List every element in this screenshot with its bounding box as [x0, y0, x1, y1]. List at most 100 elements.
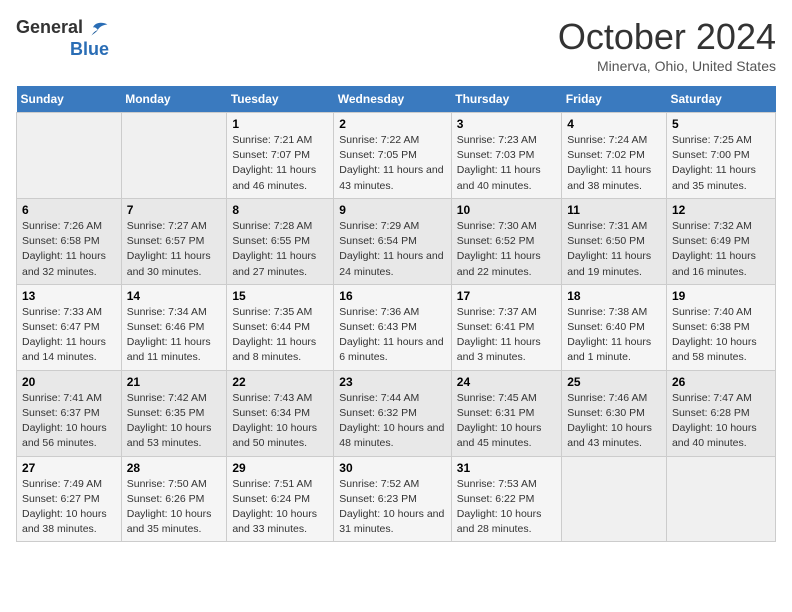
- day-info: Sunrise: 7:50 AM Sunset: 6:26 PM Dayligh…: [127, 477, 222, 538]
- logo-bird-icon: [85, 16, 109, 40]
- calendar-cell: 2 Sunrise: 7:22 AM Sunset: 7:05 PM Dayli…: [334, 113, 452, 199]
- day-number: 31: [457, 461, 556, 475]
- day-info: Sunrise: 7:44 AM Sunset: 6:32 PM Dayligh…: [339, 391, 446, 452]
- page-header: General Blue October 2024 Minerva, Ohio,…: [16, 16, 776, 74]
- day-number: 1: [232, 117, 328, 131]
- calendar-cell: 4 Sunrise: 7:24 AM Sunset: 7:02 PM Dayli…: [562, 113, 667, 199]
- logo-general-text: General: [16, 18, 83, 38]
- day-info: Sunrise: 7:21 AM Sunset: 7:07 PM Dayligh…: [232, 133, 328, 194]
- day-number: 24: [457, 375, 556, 389]
- day-number: 3: [457, 117, 556, 131]
- calendar-cell: 17 Sunrise: 7:37 AM Sunset: 6:41 PM Dayl…: [451, 284, 561, 370]
- day-info: Sunrise: 7:22 AM Sunset: 7:05 PM Dayligh…: [339, 133, 446, 194]
- day-number: 21: [127, 375, 222, 389]
- calendar-cell: 31 Sunrise: 7:53 AM Sunset: 6:22 PM Dayl…: [451, 456, 561, 542]
- day-number: 6: [22, 203, 116, 217]
- day-number: 10: [457, 203, 556, 217]
- day-info: Sunrise: 7:37 AM Sunset: 6:41 PM Dayligh…: [457, 305, 556, 366]
- day-number: 15: [232, 289, 328, 303]
- day-number: 23: [339, 375, 446, 389]
- day-info: Sunrise: 7:40 AM Sunset: 6:38 PM Dayligh…: [672, 305, 770, 366]
- weekday-header-monday: Monday: [121, 86, 227, 113]
- day-number: 2: [339, 117, 446, 131]
- location-text: Minerva, Ohio, United States: [558, 58, 776, 74]
- day-info: Sunrise: 7:53 AM Sunset: 6:22 PM Dayligh…: [457, 477, 556, 538]
- day-info: Sunrise: 7:31 AM Sunset: 6:50 PM Dayligh…: [567, 219, 661, 280]
- day-info: Sunrise: 7:49 AM Sunset: 6:27 PM Dayligh…: [22, 477, 116, 538]
- calendar-cell: [562, 456, 667, 542]
- day-number: 5: [672, 117, 770, 131]
- day-number: 20: [22, 375, 116, 389]
- calendar-table: SundayMondayTuesdayWednesdayThursdayFrid…: [16, 86, 776, 542]
- calendar-cell: 14 Sunrise: 7:34 AM Sunset: 6:46 PM Dayl…: [121, 284, 227, 370]
- day-info: Sunrise: 7:41 AM Sunset: 6:37 PM Dayligh…: [22, 391, 116, 452]
- calendar-cell: [121, 113, 227, 199]
- calendar-cell: 21 Sunrise: 7:42 AM Sunset: 6:35 PM Dayl…: [121, 370, 227, 456]
- calendar-cell: [17, 113, 122, 199]
- day-number: 29: [232, 461, 328, 475]
- day-number: 27: [22, 461, 116, 475]
- weekday-header-thursday: Thursday: [451, 86, 561, 113]
- calendar-cell: 19 Sunrise: 7:40 AM Sunset: 6:38 PM Dayl…: [666, 284, 775, 370]
- day-info: Sunrise: 7:34 AM Sunset: 6:46 PM Dayligh…: [127, 305, 222, 366]
- day-number: 9: [339, 203, 446, 217]
- day-number: 12: [672, 203, 770, 217]
- day-number: 25: [567, 375, 661, 389]
- day-info: Sunrise: 7:28 AM Sunset: 6:55 PM Dayligh…: [232, 219, 328, 280]
- day-number: 7: [127, 203, 222, 217]
- day-info: Sunrise: 7:33 AM Sunset: 6:47 PM Dayligh…: [22, 305, 116, 366]
- day-info: Sunrise: 7:26 AM Sunset: 6:58 PM Dayligh…: [22, 219, 116, 280]
- weekday-header-sunday: Sunday: [17, 86, 122, 113]
- calendar-cell: 27 Sunrise: 7:49 AM Sunset: 6:27 PM Dayl…: [17, 456, 122, 542]
- day-info: Sunrise: 7:47 AM Sunset: 6:28 PM Dayligh…: [672, 391, 770, 452]
- weekday-header-row: SundayMondayTuesdayWednesdayThursdayFrid…: [17, 86, 776, 113]
- calendar-cell: 9 Sunrise: 7:29 AM Sunset: 6:54 PM Dayli…: [334, 198, 452, 284]
- day-number: 11: [567, 203, 661, 217]
- calendar-cell: 24 Sunrise: 7:45 AM Sunset: 6:31 PM Dayl…: [451, 370, 561, 456]
- day-number: 28: [127, 461, 222, 475]
- day-number: 4: [567, 117, 661, 131]
- day-info: Sunrise: 7:35 AM Sunset: 6:44 PM Dayligh…: [232, 305, 328, 366]
- calendar-cell: 13 Sunrise: 7:33 AM Sunset: 6:47 PM Dayl…: [17, 284, 122, 370]
- day-info: Sunrise: 7:23 AM Sunset: 7:03 PM Dayligh…: [457, 133, 556, 194]
- day-info: Sunrise: 7:52 AM Sunset: 6:23 PM Dayligh…: [339, 477, 446, 538]
- day-number: 8: [232, 203, 328, 217]
- calendar-week-row: 6 Sunrise: 7:26 AM Sunset: 6:58 PM Dayli…: [17, 198, 776, 284]
- title-block: October 2024 Minerva, Ohio, United State…: [558, 16, 776, 74]
- weekday-header-wednesday: Wednesday: [334, 86, 452, 113]
- day-info: Sunrise: 7:38 AM Sunset: 6:40 PM Dayligh…: [567, 305, 661, 366]
- day-number: 22: [232, 375, 328, 389]
- day-info: Sunrise: 7:30 AM Sunset: 6:52 PM Dayligh…: [457, 219, 556, 280]
- calendar-cell: 8 Sunrise: 7:28 AM Sunset: 6:55 PM Dayli…: [227, 198, 334, 284]
- calendar-cell: 26 Sunrise: 7:47 AM Sunset: 6:28 PM Dayl…: [666, 370, 775, 456]
- weekday-header-saturday: Saturday: [666, 86, 775, 113]
- calendar-cell: 18 Sunrise: 7:38 AM Sunset: 6:40 PM Dayl…: [562, 284, 667, 370]
- day-number: 13: [22, 289, 116, 303]
- calendar-cell: 5 Sunrise: 7:25 AM Sunset: 7:00 PM Dayli…: [666, 113, 775, 199]
- day-number: 18: [567, 289, 661, 303]
- day-number: 14: [127, 289, 222, 303]
- calendar-cell: 1 Sunrise: 7:21 AM Sunset: 7:07 PM Dayli…: [227, 113, 334, 199]
- weekday-header-friday: Friday: [562, 86, 667, 113]
- month-title: October 2024: [558, 16, 776, 58]
- weekday-header-tuesday: Tuesday: [227, 86, 334, 113]
- day-info: Sunrise: 7:45 AM Sunset: 6:31 PM Dayligh…: [457, 391, 556, 452]
- calendar-cell: 3 Sunrise: 7:23 AM Sunset: 7:03 PM Dayli…: [451, 113, 561, 199]
- calendar-cell: 30 Sunrise: 7:52 AM Sunset: 6:23 PM Dayl…: [334, 456, 452, 542]
- day-info: Sunrise: 7:43 AM Sunset: 6:34 PM Dayligh…: [232, 391, 328, 452]
- day-info: Sunrise: 7:51 AM Sunset: 6:24 PM Dayligh…: [232, 477, 328, 538]
- calendar-cell: 6 Sunrise: 7:26 AM Sunset: 6:58 PM Dayli…: [17, 198, 122, 284]
- calendar-week-row: 27 Sunrise: 7:49 AM Sunset: 6:27 PM Dayl…: [17, 456, 776, 542]
- day-info: Sunrise: 7:24 AM Sunset: 7:02 PM Dayligh…: [567, 133, 661, 194]
- day-info: Sunrise: 7:46 AM Sunset: 6:30 PM Dayligh…: [567, 391, 661, 452]
- calendar-cell: 20 Sunrise: 7:41 AM Sunset: 6:37 PM Dayl…: [17, 370, 122, 456]
- day-info: Sunrise: 7:25 AM Sunset: 7:00 PM Dayligh…: [672, 133, 770, 194]
- calendar-cell: 10 Sunrise: 7:30 AM Sunset: 6:52 PM Dayl…: [451, 198, 561, 284]
- logo-blue-text: Blue: [70, 40, 109, 60]
- calendar-cell: 16 Sunrise: 7:36 AM Sunset: 6:43 PM Dayl…: [334, 284, 452, 370]
- day-info: Sunrise: 7:36 AM Sunset: 6:43 PM Dayligh…: [339, 305, 446, 366]
- day-number: 26: [672, 375, 770, 389]
- calendar-cell: 12 Sunrise: 7:32 AM Sunset: 6:49 PM Dayl…: [666, 198, 775, 284]
- day-info: Sunrise: 7:42 AM Sunset: 6:35 PM Dayligh…: [127, 391, 222, 452]
- calendar-week-row: 13 Sunrise: 7:33 AM Sunset: 6:47 PM Dayl…: [17, 284, 776, 370]
